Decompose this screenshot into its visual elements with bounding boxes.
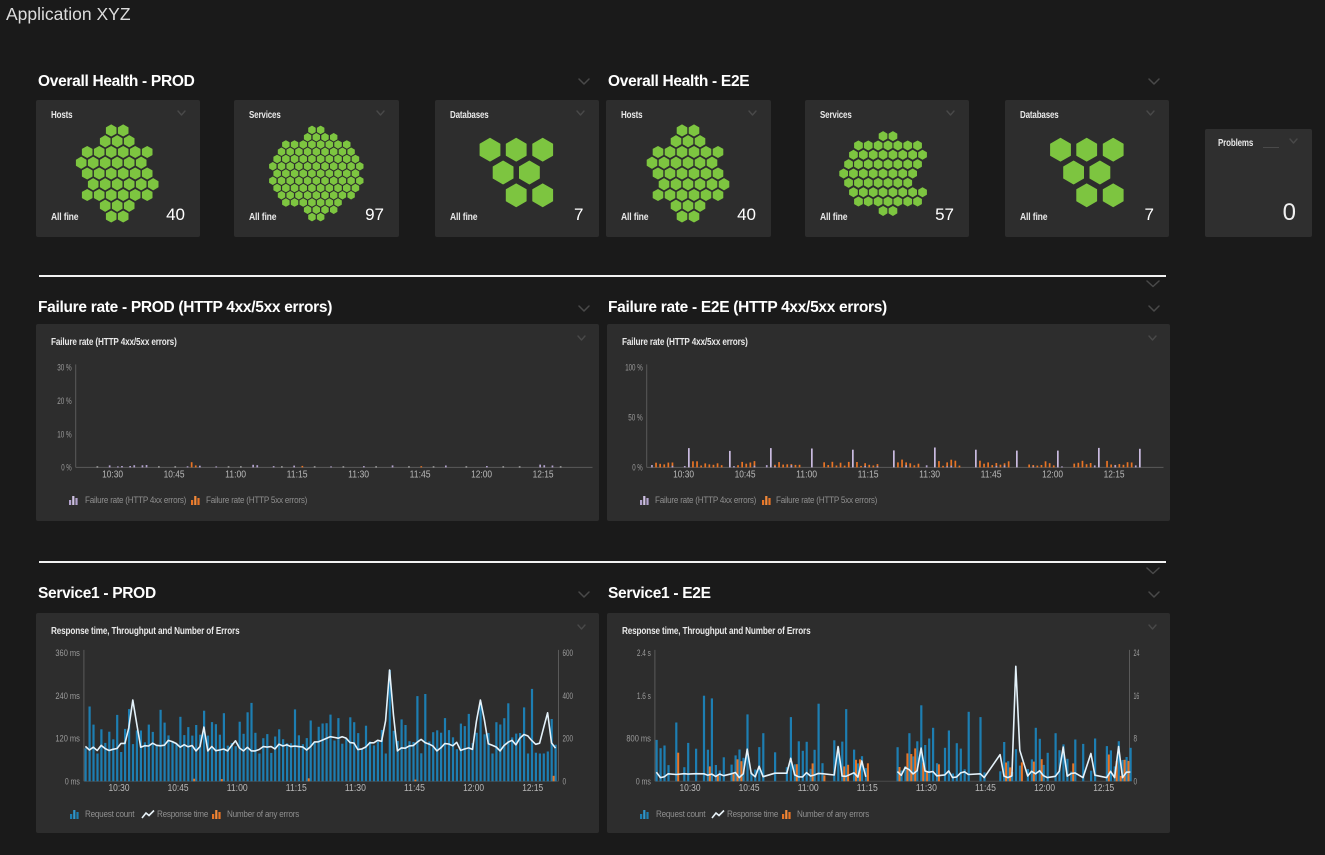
svg-text:10:30: 10:30 xyxy=(109,783,130,794)
svg-text:0: 0 xyxy=(1133,777,1137,788)
svg-text:10:30: 10:30 xyxy=(102,470,123,481)
svg-text:200: 200 xyxy=(563,734,574,745)
svg-text:12:00: 12:00 xyxy=(463,783,484,794)
svg-text:8: 8 xyxy=(1133,734,1137,745)
svg-text:10:45: 10:45 xyxy=(164,470,185,481)
svg-text:12:00: 12:00 xyxy=(1034,783,1055,794)
svg-text:50 %: 50 % xyxy=(628,413,643,424)
svg-text:400: 400 xyxy=(563,691,574,702)
svg-text:11:45: 11:45 xyxy=(980,470,1001,481)
svg-text:11:15: 11:15 xyxy=(857,470,878,481)
svg-text:11:45: 11:45 xyxy=(975,783,996,794)
svg-text:11:30: 11:30 xyxy=(915,783,936,794)
svg-text:10:45: 10:45 xyxy=(168,783,189,794)
svg-text:0 ms: 0 ms xyxy=(635,777,650,788)
svg-text:1.6 s: 1.6 s xyxy=(636,691,650,702)
svg-text:0 ms: 0 ms xyxy=(65,777,80,788)
svg-text:11:30: 11:30 xyxy=(919,470,940,481)
svg-text:12:15: 12:15 xyxy=(533,470,554,481)
svg-text:10 %: 10 % xyxy=(57,429,72,440)
svg-text:11:45: 11:45 xyxy=(410,470,431,481)
svg-text:800 ms: 800 ms xyxy=(626,734,651,745)
svg-text:11:15: 11:15 xyxy=(287,470,308,481)
svg-text:12:15: 12:15 xyxy=(1103,470,1124,481)
svg-text:16: 16 xyxy=(1133,691,1139,702)
svg-text:30 %: 30 % xyxy=(57,363,72,374)
svg-text:10:30: 10:30 xyxy=(679,783,700,794)
svg-text:240 ms: 240 ms xyxy=(55,691,80,702)
svg-text:0: 0 xyxy=(563,777,567,788)
svg-text:11:30: 11:30 xyxy=(345,783,366,794)
svg-text:0 %: 0 % xyxy=(632,463,643,474)
svg-text:360 ms: 360 ms xyxy=(55,648,80,659)
svg-text:11:00: 11:00 xyxy=(796,470,817,481)
svg-text:10:45: 10:45 xyxy=(734,470,755,481)
svg-text:11:15: 11:15 xyxy=(286,783,307,794)
svg-text:12:15: 12:15 xyxy=(522,783,543,794)
svg-text:120 ms: 120 ms xyxy=(55,734,80,745)
svg-text:12:15: 12:15 xyxy=(1093,783,1114,794)
svg-text:12:00: 12:00 xyxy=(1042,470,1063,481)
svg-text:24: 24 xyxy=(1133,648,1139,659)
svg-text:12:00: 12:00 xyxy=(471,470,492,481)
svg-text:2.4 s: 2.4 s xyxy=(636,648,650,659)
svg-text:11:15: 11:15 xyxy=(856,783,877,794)
svg-text:11:30: 11:30 xyxy=(348,470,369,481)
svg-text:11:00: 11:00 xyxy=(227,783,248,794)
svg-text:0 %: 0 % xyxy=(61,463,72,474)
svg-text:20 %: 20 % xyxy=(57,396,72,407)
svg-text:11:00: 11:00 xyxy=(797,783,818,794)
svg-text:10:45: 10:45 xyxy=(738,783,759,794)
svg-text:11:45: 11:45 xyxy=(404,783,425,794)
svg-text:11:00: 11:00 xyxy=(225,470,246,481)
svg-text:10:30: 10:30 xyxy=(673,470,694,481)
svg-text:100 %: 100 % xyxy=(625,363,643,374)
svg-text:600: 600 xyxy=(563,648,574,659)
